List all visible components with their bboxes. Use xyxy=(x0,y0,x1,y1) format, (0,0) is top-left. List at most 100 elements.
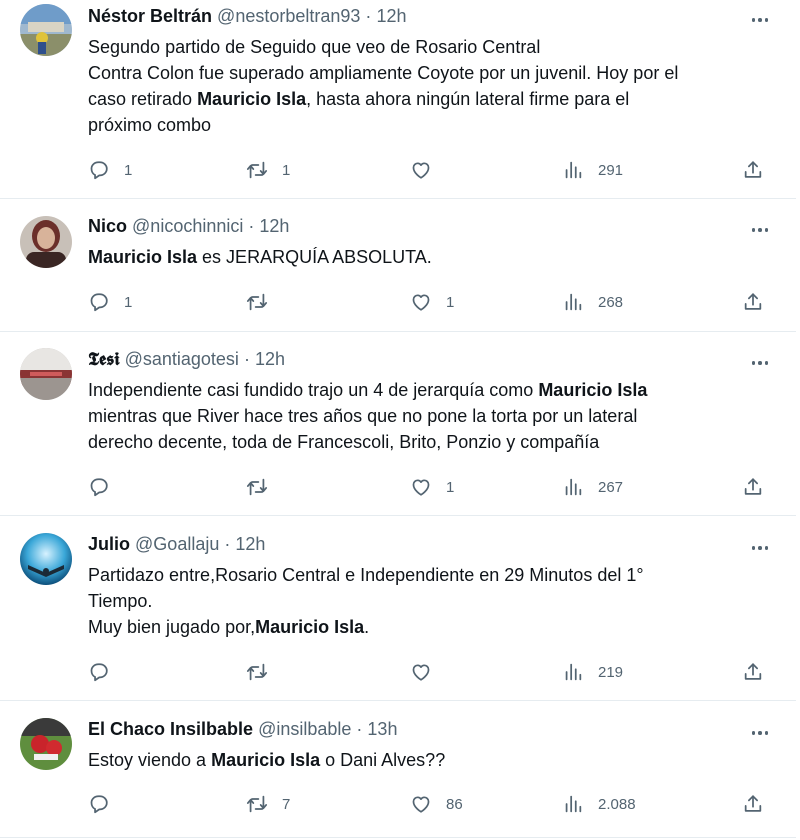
retweet-icon xyxy=(246,793,268,815)
share-button[interactable] xyxy=(742,658,764,686)
like-count: 1 xyxy=(446,293,455,311)
reply-count: 1 xyxy=(124,293,133,311)
retweet-button[interactable] xyxy=(246,658,282,686)
heart-icon xyxy=(410,661,432,683)
timestamp[interactable]: 12h xyxy=(259,216,289,236)
share-button[interactable] xyxy=(742,790,764,818)
retweet-button[interactable] xyxy=(246,288,282,316)
views-button[interactable]: 291 xyxy=(562,156,623,184)
author-handle[interactable]: @nestorbeltran93 xyxy=(217,6,360,26)
retweet-icon xyxy=(246,291,268,313)
share-icon xyxy=(742,661,764,683)
tweet-text: Segundo partido de Seguido que veo de Ro… xyxy=(88,34,778,138)
views-count: 268 xyxy=(598,293,624,311)
heart-icon xyxy=(410,793,432,815)
avatar[interactable] xyxy=(20,718,72,770)
tweet-actions: 7 86 2.088 xyxy=(88,790,778,818)
tweet[interactable]: Nico @nicochinnici · 12h Mauricio Isla es… xyxy=(0,199,796,332)
author-handle[interactable]: @insilbable xyxy=(258,719,351,739)
timestamp[interactable]: 12h xyxy=(255,349,285,369)
tweet[interactable]: Julio @Goallaju · 12h Partidazo entre,Ros… xyxy=(0,516,796,701)
tweet[interactable]: El Chaco Insilbable @insilbable · 13h Est… xyxy=(0,701,796,838)
more-icon[interactable] xyxy=(748,723,772,743)
tweet-text: Partidazo entre,Rosario Central e Indepe… xyxy=(88,562,778,640)
tweet-actions: 219 xyxy=(88,658,778,686)
author-name[interactable]: Néstor Beltrán xyxy=(88,6,212,26)
timestamp[interactable]: 13h xyxy=(367,719,397,739)
like-count: 86 xyxy=(446,795,463,813)
tweet-text-line: próximo combo xyxy=(88,112,778,138)
text-segment: Contra Colon fue superado ampliamente Co… xyxy=(88,63,679,83)
like-button[interactable] xyxy=(410,658,446,686)
like-count: 1 xyxy=(446,478,455,496)
author-name[interactable]: Nico xyxy=(88,216,127,236)
text-segment: Segundo partido de Seguido que veo de Ro… xyxy=(88,37,541,57)
author-handle[interactable]: @santiagotesi xyxy=(125,349,239,369)
retweet-icon xyxy=(246,661,268,683)
reply-button[interactable] xyxy=(88,658,124,686)
author-name[interactable]: El Chaco Insilbable xyxy=(88,719,253,739)
more-icon[interactable] xyxy=(748,10,772,30)
more-icon[interactable] xyxy=(748,220,772,240)
reply-button[interactable] xyxy=(88,790,124,818)
tweet-actions: 1 1 291 xyxy=(88,156,778,184)
reply-button[interactable] xyxy=(88,473,124,501)
tweet-header: Néstor Beltrán @nestorbeltran93 · 12h xyxy=(88,6,406,27)
retweet-button[interactable]: 1 xyxy=(246,156,290,184)
author-handle[interactable]: @nicochinnici xyxy=(132,216,243,236)
tweet-actions: 1 1 268 xyxy=(88,288,778,316)
heart-icon xyxy=(410,291,432,313)
views-icon xyxy=(562,793,584,815)
tweet-text-line: Muy bien jugado por,Mauricio Isla. xyxy=(88,614,778,640)
views-icon xyxy=(562,159,584,181)
author-handle[interactable]: @Goallaju xyxy=(135,534,219,554)
reply-button[interactable]: 1 xyxy=(88,156,132,184)
share-icon xyxy=(742,159,764,181)
avatar[interactable] xyxy=(20,216,72,268)
avatar[interactable] xyxy=(20,4,72,56)
author-name[interactable]: Julio xyxy=(88,534,130,554)
more-icon[interactable] xyxy=(748,538,772,558)
tweet[interactable]: Néstor Beltrán @nestorbeltran93 · 12h Seg… xyxy=(0,0,796,199)
retweet-button[interactable] xyxy=(246,473,282,501)
views-icon xyxy=(562,476,584,498)
like-button[interactable]: 1 xyxy=(410,473,454,501)
share-button[interactable] xyxy=(742,156,764,184)
views-button[interactable]: 2.088 xyxy=(562,790,636,818)
like-button[interactable]: 1 xyxy=(410,288,454,316)
author-name[interactable]: 𝕿𝖊𝖘𝖎 xyxy=(88,349,120,369)
share-button[interactable] xyxy=(742,473,764,501)
views-button[interactable]: 219 xyxy=(562,658,623,686)
text-segment: es JERARQUÍA ABSOLUTA. xyxy=(197,247,432,267)
tweet-text-line: derecho decente, toda de Francescoli, Br… xyxy=(88,429,778,455)
retweet-icon xyxy=(246,159,268,181)
tweet-header: Julio @Goallaju · 12h xyxy=(88,534,265,555)
views-button[interactable]: 267 xyxy=(562,473,623,501)
reply-icon xyxy=(88,291,110,313)
avatar[interactable] xyxy=(20,348,72,400)
views-count: 267 xyxy=(598,478,624,496)
tweet-actions: 1 267 xyxy=(88,473,778,501)
tweet-text: Estoy viendo a Mauricio Isla o Dani Alve… xyxy=(88,747,778,773)
tweet-text-line: Segundo partido de Seguido que veo de Ro… xyxy=(88,34,778,60)
tweet-header: Nico @nicochinnici · 12h xyxy=(88,216,289,237)
text-segment: Independiente casi fundido trajo un 4 de… xyxy=(88,380,539,400)
reply-icon xyxy=(88,793,110,815)
reply-count: 1 xyxy=(124,161,133,179)
retweet-icon xyxy=(246,476,268,498)
views-button[interactable]: 268 xyxy=(562,288,623,316)
like-button[interactable] xyxy=(410,156,446,184)
reply-button[interactable]: 1 xyxy=(88,288,132,316)
tweet-text-line: Estoy viendo a Mauricio Isla o Dani Alve… xyxy=(88,747,778,773)
timestamp[interactable]: 12h xyxy=(235,534,265,554)
retweet-button[interactable]: 7 xyxy=(246,790,290,818)
like-button[interactable]: 86 xyxy=(410,790,463,818)
text-segment: Muy bien jugado por, xyxy=(88,617,256,637)
avatar[interactable] xyxy=(20,533,72,585)
more-icon[interactable] xyxy=(748,353,772,373)
highlighted-name: Mauricio Isla xyxy=(538,380,648,400)
share-button[interactable] xyxy=(742,288,764,316)
tweet[interactable]: 𝕿𝖊𝖘𝖎 @santiagotesi · 12h Independiente ca… xyxy=(0,332,796,516)
timestamp[interactable]: 12h xyxy=(376,6,406,26)
highlighted-name: Mauricio Isla xyxy=(211,750,321,770)
